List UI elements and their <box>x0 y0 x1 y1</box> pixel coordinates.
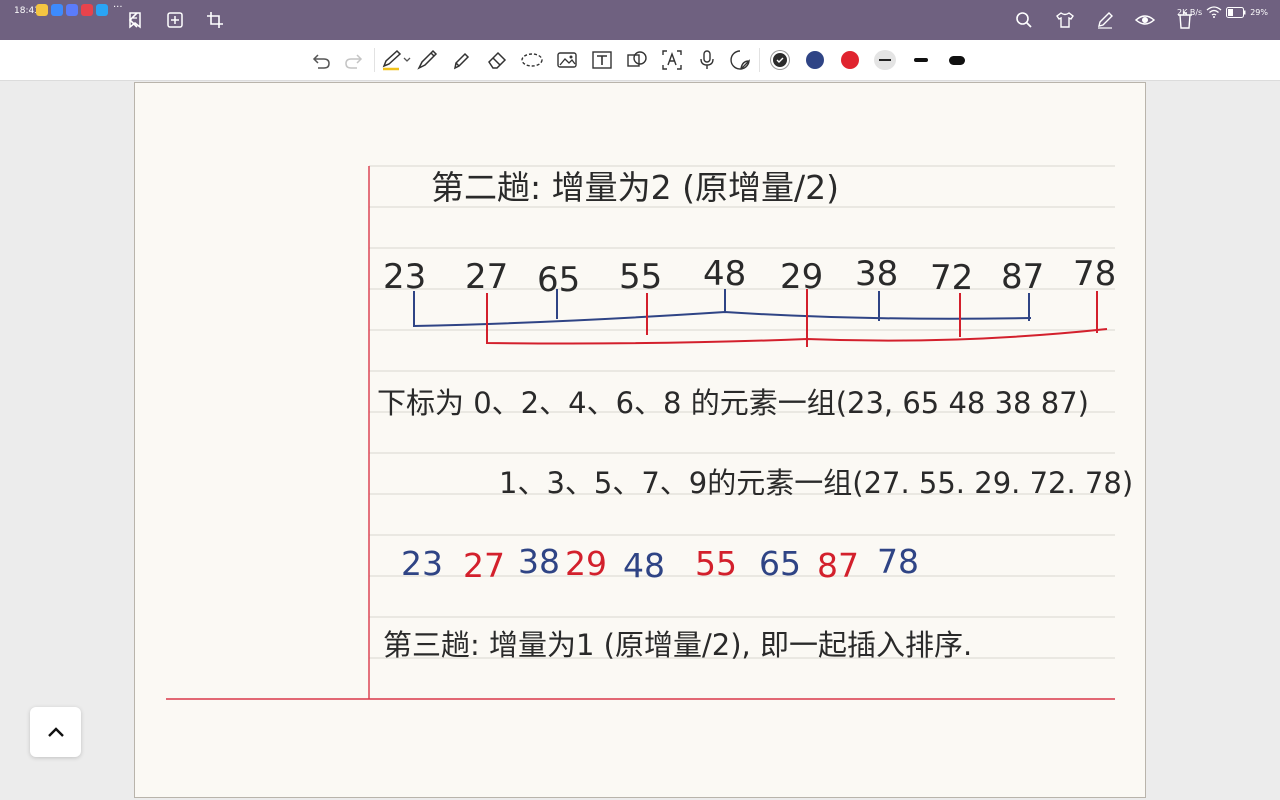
number: 65 <box>759 544 801 583</box>
note-canvas[interactable]: 第二趟: 增量为2 (原增量/2) 23 27 65 55 48 29 38 7… <box>135 83 1145 797</box>
fountain-pen-icon <box>417 49 438 70</box>
redo-icon <box>345 54 363 69</box>
wifi-icon <box>1206 6 1222 18</box>
bookmark-icon[interactable] <box>125 10 145 30</box>
color-swatch-blue[interactable] <box>806 51 824 69</box>
medium-stroke-icon <box>914 58 928 62</box>
note-line-4: 1、3、5、7、9的元素一组(27. 55. 29. 72. 78) <box>499 466 1133 500</box>
pen-icon <box>382 49 411 71</box>
notification-icons <box>36 4 108 16</box>
number-row-2: 23 27 38 29 48 55 65 87 78 <box>401 542 919 585</box>
edit-icon[interactable] <box>1095 10 1115 30</box>
text-box-icon <box>592 51 612 69</box>
number: 78 <box>877 542 919 581</box>
sticker-button[interactable] <box>728 49 752 71</box>
number: 23 <box>383 257 426 297</box>
number: 23 <box>401 544 443 583</box>
stroke-width-medium[interactable] <box>910 50 932 70</box>
number: 87 <box>817 546 859 585</box>
undo-button[interactable] <box>309 49 333 71</box>
highlighter-icon <box>453 52 470 70</box>
number: 29 <box>565 544 607 583</box>
fountain-pen-button[interactable] <box>415 49 439 71</box>
eraser-icon <box>488 51 507 69</box>
note-line-3: 下标为 0、2、4、6、8 的元素一组(23, 65 48 38 87) <box>377 386 1089 420</box>
number: 55 <box>695 544 737 583</box>
color-swatch-red[interactable] <box>841 51 859 69</box>
battery-percent: 29% <box>1250 7 1268 17</box>
number: 29 <box>780 257 823 297</box>
status-bar: 18:43 ··· 2K B/s 29% <box>0 0 1280 40</box>
note-line-6: 第三趟: 增量为1 (原增量/2), 即一起插入排序. <box>383 628 972 662</box>
number: 48 <box>703 254 746 294</box>
sticker-icon <box>730 50 750 70</box>
browser-icon <box>66 4 78 16</box>
search-app-icon <box>96 4 108 16</box>
more-notifications-icon: ··· <box>113 2 123 13</box>
undo-icon <box>312 54 330 69</box>
scroll-top-button[interactable] <box>30 707 81 757</box>
video-app-icon <box>81 4 93 16</box>
network-speed: 2K B/s <box>1176 7 1203 17</box>
highlighter-button[interactable] <box>450 49 474 71</box>
toolbar-divider <box>759 48 760 72</box>
battery-icon <box>1226 6 1246 18</box>
eraser-button[interactable] <box>485 49 509 71</box>
check-icon <box>776 57 784 63</box>
shape-icon <box>627 51 647 67</box>
app-icon <box>51 4 63 16</box>
thick-stroke-icon <box>949 55 965 65</box>
lasso-button[interactable] <box>520 49 544 71</box>
number: 38 <box>518 542 560 581</box>
pen-tool-button[interactable] <box>381 49 413 71</box>
lasso-icon <box>521 53 543 67</box>
number: 27 <box>465 257 508 297</box>
theme-icon[interactable] <box>1055 10 1075 30</box>
number-row-1: 23 27 65 55 48 29 38 72 87 78 <box>383 254 1116 300</box>
stroke-width-thin[interactable] <box>874 50 896 70</box>
stroke-width-thick[interactable] <box>946 50 968 70</box>
number: 65 <box>537 260 580 300</box>
color-swatch-black[interactable] <box>771 51 789 69</box>
note-line-1: 第二趟: 增量为2 (原增量/2) <box>431 168 839 207</box>
read-mode-icon[interactable] <box>1135 10 1155 30</box>
crop-icon[interactable] <box>205 10 225 30</box>
number: 55 <box>619 257 662 297</box>
number: 27 <box>463 546 505 585</box>
number: 38 <box>855 254 898 294</box>
drawing-toolbar <box>0 40 1280 81</box>
redo-button[interactable] <box>342 49 366 71</box>
number: 78 <box>1073 254 1116 294</box>
thin-stroke-icon <box>879 59 891 61</box>
shape-button[interactable] <box>625 49 649 71</box>
number: 87 <box>1001 257 1044 297</box>
number: 72 <box>930 258 973 298</box>
image-icon <box>557 52 577 68</box>
microphone-button[interactable] <box>695 49 719 71</box>
ocr-text-button[interactable] <box>660 49 684 71</box>
ocr-text-icon <box>662 50 682 70</box>
text-box-button[interactable] <box>590 49 614 71</box>
note-page[interactable]: 第二趟: 增量为2 (原增量/2) 23 27 65 55 48 29 38 7… <box>134 82 1146 798</box>
chevron-up-icon <box>47 727 64 737</box>
image-button[interactable] <box>555 49 579 71</box>
microphone-icon <box>700 50 714 69</box>
system-status: 2K B/s 29% <box>1177 6 1268 18</box>
toolbar-divider <box>374 48 375 72</box>
number: 48 <box>623 546 665 585</box>
notes-app-icon <box>36 4 48 16</box>
add-page-icon[interactable] <box>165 10 185 30</box>
search-icon[interactable] <box>1014 10 1034 30</box>
